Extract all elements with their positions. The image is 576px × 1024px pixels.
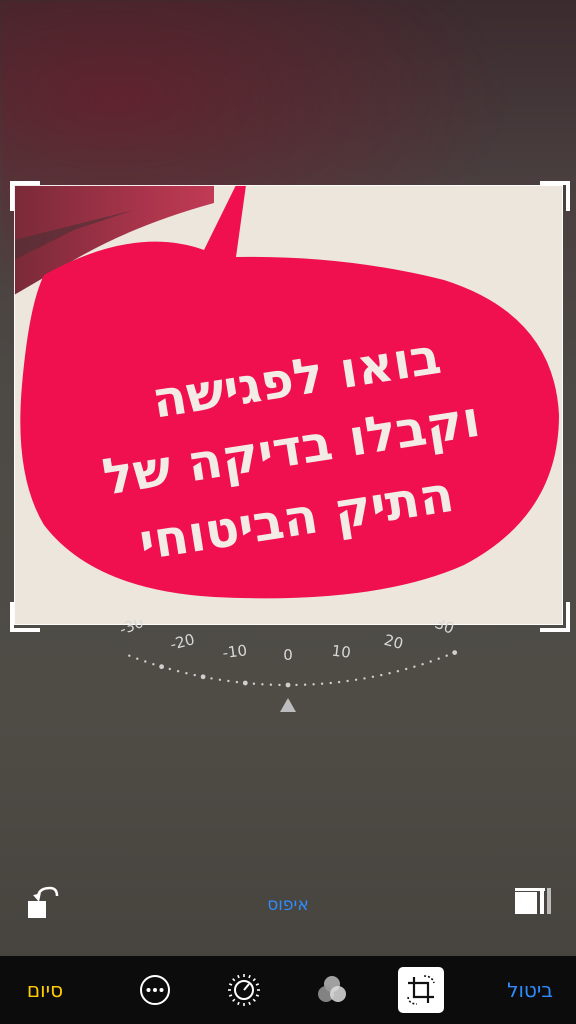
dial-dot — [210, 677, 213, 680]
dial-dot — [235, 680, 239, 684]
dial-dot — [320, 682, 324, 685]
dial-dot — [278, 683, 281, 687]
dial-label: -10 — [221, 641, 248, 662]
crop-handle-top-right[interactable] — [540, 181, 570, 211]
photo-image: בואו לפגישה וקבלו בדיקה של התיק הביטוחי — [14, 185, 563, 625]
dial-dot — [429, 660, 432, 663]
dial-pointer-icon — [280, 698, 296, 712]
dial-dot — [380, 673, 383, 677]
crop-tool-active-bg — [398, 967, 444, 1013]
dial-label: 0 — [283, 646, 293, 664]
dial-dot — [136, 657, 139, 660]
dial-dot — [452, 650, 458, 655]
dial-dot — [168, 667, 171, 671]
dial-label: 10 — [331, 642, 352, 662]
dial-dot — [405, 667, 408, 671]
adjust-button[interactable] — [219, 956, 269, 1024]
dial-dot — [363, 677, 366, 680]
cancel-button[interactable]: ביטול — [494, 956, 566, 1024]
dial-dot — [185, 672, 188, 675]
dial-label: 20 — [382, 631, 405, 653]
dial-dot — [295, 683, 298, 687]
crop-handle-top-left[interactable] — [10, 181, 40, 211]
crop-tool-button[interactable] — [396, 956, 446, 1024]
dial-dot — [337, 680, 341, 684]
photo-crop-area[interactable]: בואו לפגישה וקבלו בדיקה של התיק הביטוחי — [14, 185, 563, 625]
dial-dot — [227, 679, 230, 683]
done-button[interactable]: סיום — [10, 956, 80, 1024]
straighten-dial[interactable]: -30 -20 -10 0 10 20 30 — [0, 620, 576, 720]
filters-icon — [318, 976, 346, 1002]
dial-dot — [252, 682, 256, 685]
dial-dot — [329, 681, 332, 685]
aspect-ratio-icon[interactable] — [512, 884, 554, 918]
crop-rotate-icon — [407, 975, 435, 1005]
adjust-dial-icon — [228, 974, 260, 1006]
dial-dot — [445, 654, 448, 657]
dial-dot — [200, 674, 206, 680]
dial-dot — [354, 678, 358, 681]
dial-dot — [312, 683, 315, 686]
dial-dot — [193, 673, 196, 677]
dial-dot — [144, 660, 147, 663]
dial-dot — [413, 665, 416, 668]
dial-dot — [269, 683, 273, 686]
dial-dot — [396, 670, 400, 673]
dial-dot — [303, 683, 307, 686]
more-options-icon — [140, 975, 170, 1005]
dial-dot — [388, 672, 391, 675]
dial-dot — [176, 670, 180, 673]
dial-dot — [159, 664, 165, 670]
bottom-toolbar: סיום ביטול — [0, 956, 576, 1024]
reset-button[interactable]: איפוס — [0, 895, 576, 915]
filters-button[interactable] — [307, 956, 357, 1024]
dial-dot — [371, 675, 375, 678]
dial-dot — [346, 679, 349, 683]
dial-dot — [152, 663, 155, 666]
dial-label: -30 — [117, 620, 146, 639]
dial-label: -20 — [168, 630, 196, 654]
dial-dot — [261, 683, 264, 686]
dial-dot — [421, 663, 424, 666]
dial-label: 30 — [432, 620, 456, 638]
dial-dot — [218, 678, 222, 681]
more-options-button[interactable] — [130, 956, 180, 1024]
dial-dot — [437, 657, 440, 660]
dial-dot — [242, 680, 248, 686]
dial-dot — [128, 654, 131, 657]
dial-dot — [285, 682, 291, 688]
